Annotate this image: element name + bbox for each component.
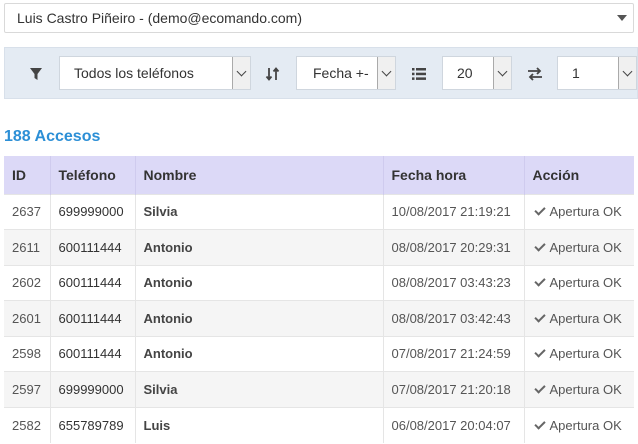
cell-action: Apertura OK (524, 406, 634, 443)
check-icon (533, 275, 546, 287)
chevron-down-icon[interactable] (232, 57, 250, 89)
table-row[interactable]: 2582 655789789 Luis 06/08/2017 20:04:07 Aper… (4, 406, 634, 443)
cell-name: Antonio (135, 300, 384, 336)
list-icon (404, 58, 434, 90)
action-label: Apertura OK (549, 204, 622, 220)
cell-datetime: 06/08/2017 20:04:07 (383, 406, 525, 443)
action-label: Apertura OK (549, 275, 622, 291)
cell-name: Silvia (135, 193, 384, 230)
cell-datetime: 07/08/2017 21:24:59 (383, 335, 525, 372)
column-header-action: Acción (532, 166, 580, 183)
user-select[interactable]: Luis Castro Piñeiro - (demo@ecomando.com… (4, 3, 634, 33)
table-row[interactable]: 2602 600111444 Antonio 08/08/2017 03:43:23 A… (4, 264, 634, 301)
cell-phone: 600111444 (50, 300, 136, 336)
column-header-datetime: Fecha hora (383, 156, 525, 194)
cell-phone: 655789789 (50, 406, 136, 443)
cell-action: Apertura OK (524, 229, 634, 265)
cell-action: Apertura OK (524, 300, 634, 336)
check-icon (533, 417, 546, 430)
table-row[interactable]: 2598 600111444 Antonio 07/08/2017 21:24:59 A… (4, 335, 634, 372)
access-count-title: 188 Accesos (4, 128, 101, 145)
cell-name: Antonio (135, 229, 384, 265)
phone-filter-value: Todos los teléfonos (74, 65, 194, 81)
sort-select-value: Fecha +- (313, 65, 369, 81)
cell-id: 2601 (4, 300, 51, 336)
cell-id: 2598 (4, 335, 51, 372)
action-label: Apertura OK (549, 239, 622, 255)
check-icon (533, 204, 546, 216)
cell-phone: 600111444 (50, 264, 136, 301)
page-select-value: 1 (572, 65, 580, 81)
chevron-down-icon[interactable] (617, 15, 627, 21)
cell-datetime: 10/08/2017 21:19:21 (383, 193, 525, 230)
page-size-select[interactable]: 20 (442, 56, 512, 90)
cell-action: Apertura OK (524, 335, 634, 372)
table-row[interactable]: 2611 600111444 Antonio 08/08/2017 20:29:31 A… (4, 229, 634, 265)
cell-id: 2597 (4, 371, 51, 407)
check-icon (533, 382, 546, 394)
action-label: Apertura OK (549, 310, 622, 326)
column-header-phone: Teléfono (50, 156, 136, 194)
cell-phone: 699999000 (50, 371, 136, 407)
check-icon (533, 311, 546, 323)
cell-id: 2582 (4, 406, 51, 443)
page-select[interactable]: 1 (557, 56, 637, 90)
cell-datetime: 08/08/2017 20:29:31 (383, 229, 525, 265)
action-label: Apertura OK (549, 381, 622, 397)
column-header-id: ID (4, 156, 51, 194)
cell-action: Apertura OK (524, 371, 634, 407)
cell-action: Apertura OK (524, 193, 634, 230)
cell-id: 2611 (4, 229, 51, 265)
cell-phone: 600111444 (50, 229, 136, 265)
cell-id: 2602 (4, 264, 51, 301)
cell-datetime: 08/08/2017 03:43:23 (383, 264, 525, 301)
chevron-down-icon[interactable] (377, 57, 395, 89)
filter-icon (21, 58, 51, 90)
cell-datetime: 08/08/2017 03:42:43 (383, 300, 525, 336)
cell-name: Antonio (135, 335, 384, 372)
column-header-name: Nombre (135, 156, 384, 194)
action-label: Apertura OK (549, 417, 622, 433)
chevron-down-icon[interactable] (618, 57, 636, 89)
user-select-value: Luis Castro Piñeiro - (demo@ecomando.com… (17, 10, 302, 26)
action-label: Apertura OK (549, 346, 622, 362)
filter-toolbar: Todos los teléfonos Fecha +- 20 1 (4, 47, 638, 99)
cell-id: 2637 (4, 193, 51, 230)
check-icon (533, 346, 546, 358)
table-row[interactable]: 2637 699999000 Silvia 10/08/2017 21:19:21 Ap… (4, 193, 634, 230)
check-icon (533, 240, 546, 252)
cell-phone: 699999000 (50, 193, 136, 230)
table-row[interactable]: 2601 600111444 Antonio 08/08/2017 03:42:43 A… (4, 300, 634, 336)
chevron-down-icon[interactable] (493, 57, 511, 89)
cell-name: Antonio (135, 264, 384, 301)
phone-filter-select[interactable]: Todos los teléfonos (59, 56, 251, 90)
table-row[interactable]: 2597 699999000 Silvia 07/08/2017 21:20:18 Ap… (4, 371, 634, 407)
cell-name: Silvia (135, 371, 384, 407)
cell-datetime: 07/08/2017 21:20:18 (383, 371, 525, 407)
table-header-row: ID Teléfono Nombre Fecha hora Acción (4, 156, 634, 194)
cell-name: Luis (135, 406, 384, 443)
swap-icon (520, 58, 550, 90)
sort-icon (258, 58, 288, 90)
cell-phone: 600111444 (50, 335, 136, 372)
access-table: ID Teléfono Nombre Fecha hora Acción 263… (4, 156, 634, 443)
cell-action: Apertura OK (524, 264, 634, 301)
page-size-value: 20 (457, 65, 473, 81)
sort-select[interactable]: Fecha +- (296, 56, 396, 90)
